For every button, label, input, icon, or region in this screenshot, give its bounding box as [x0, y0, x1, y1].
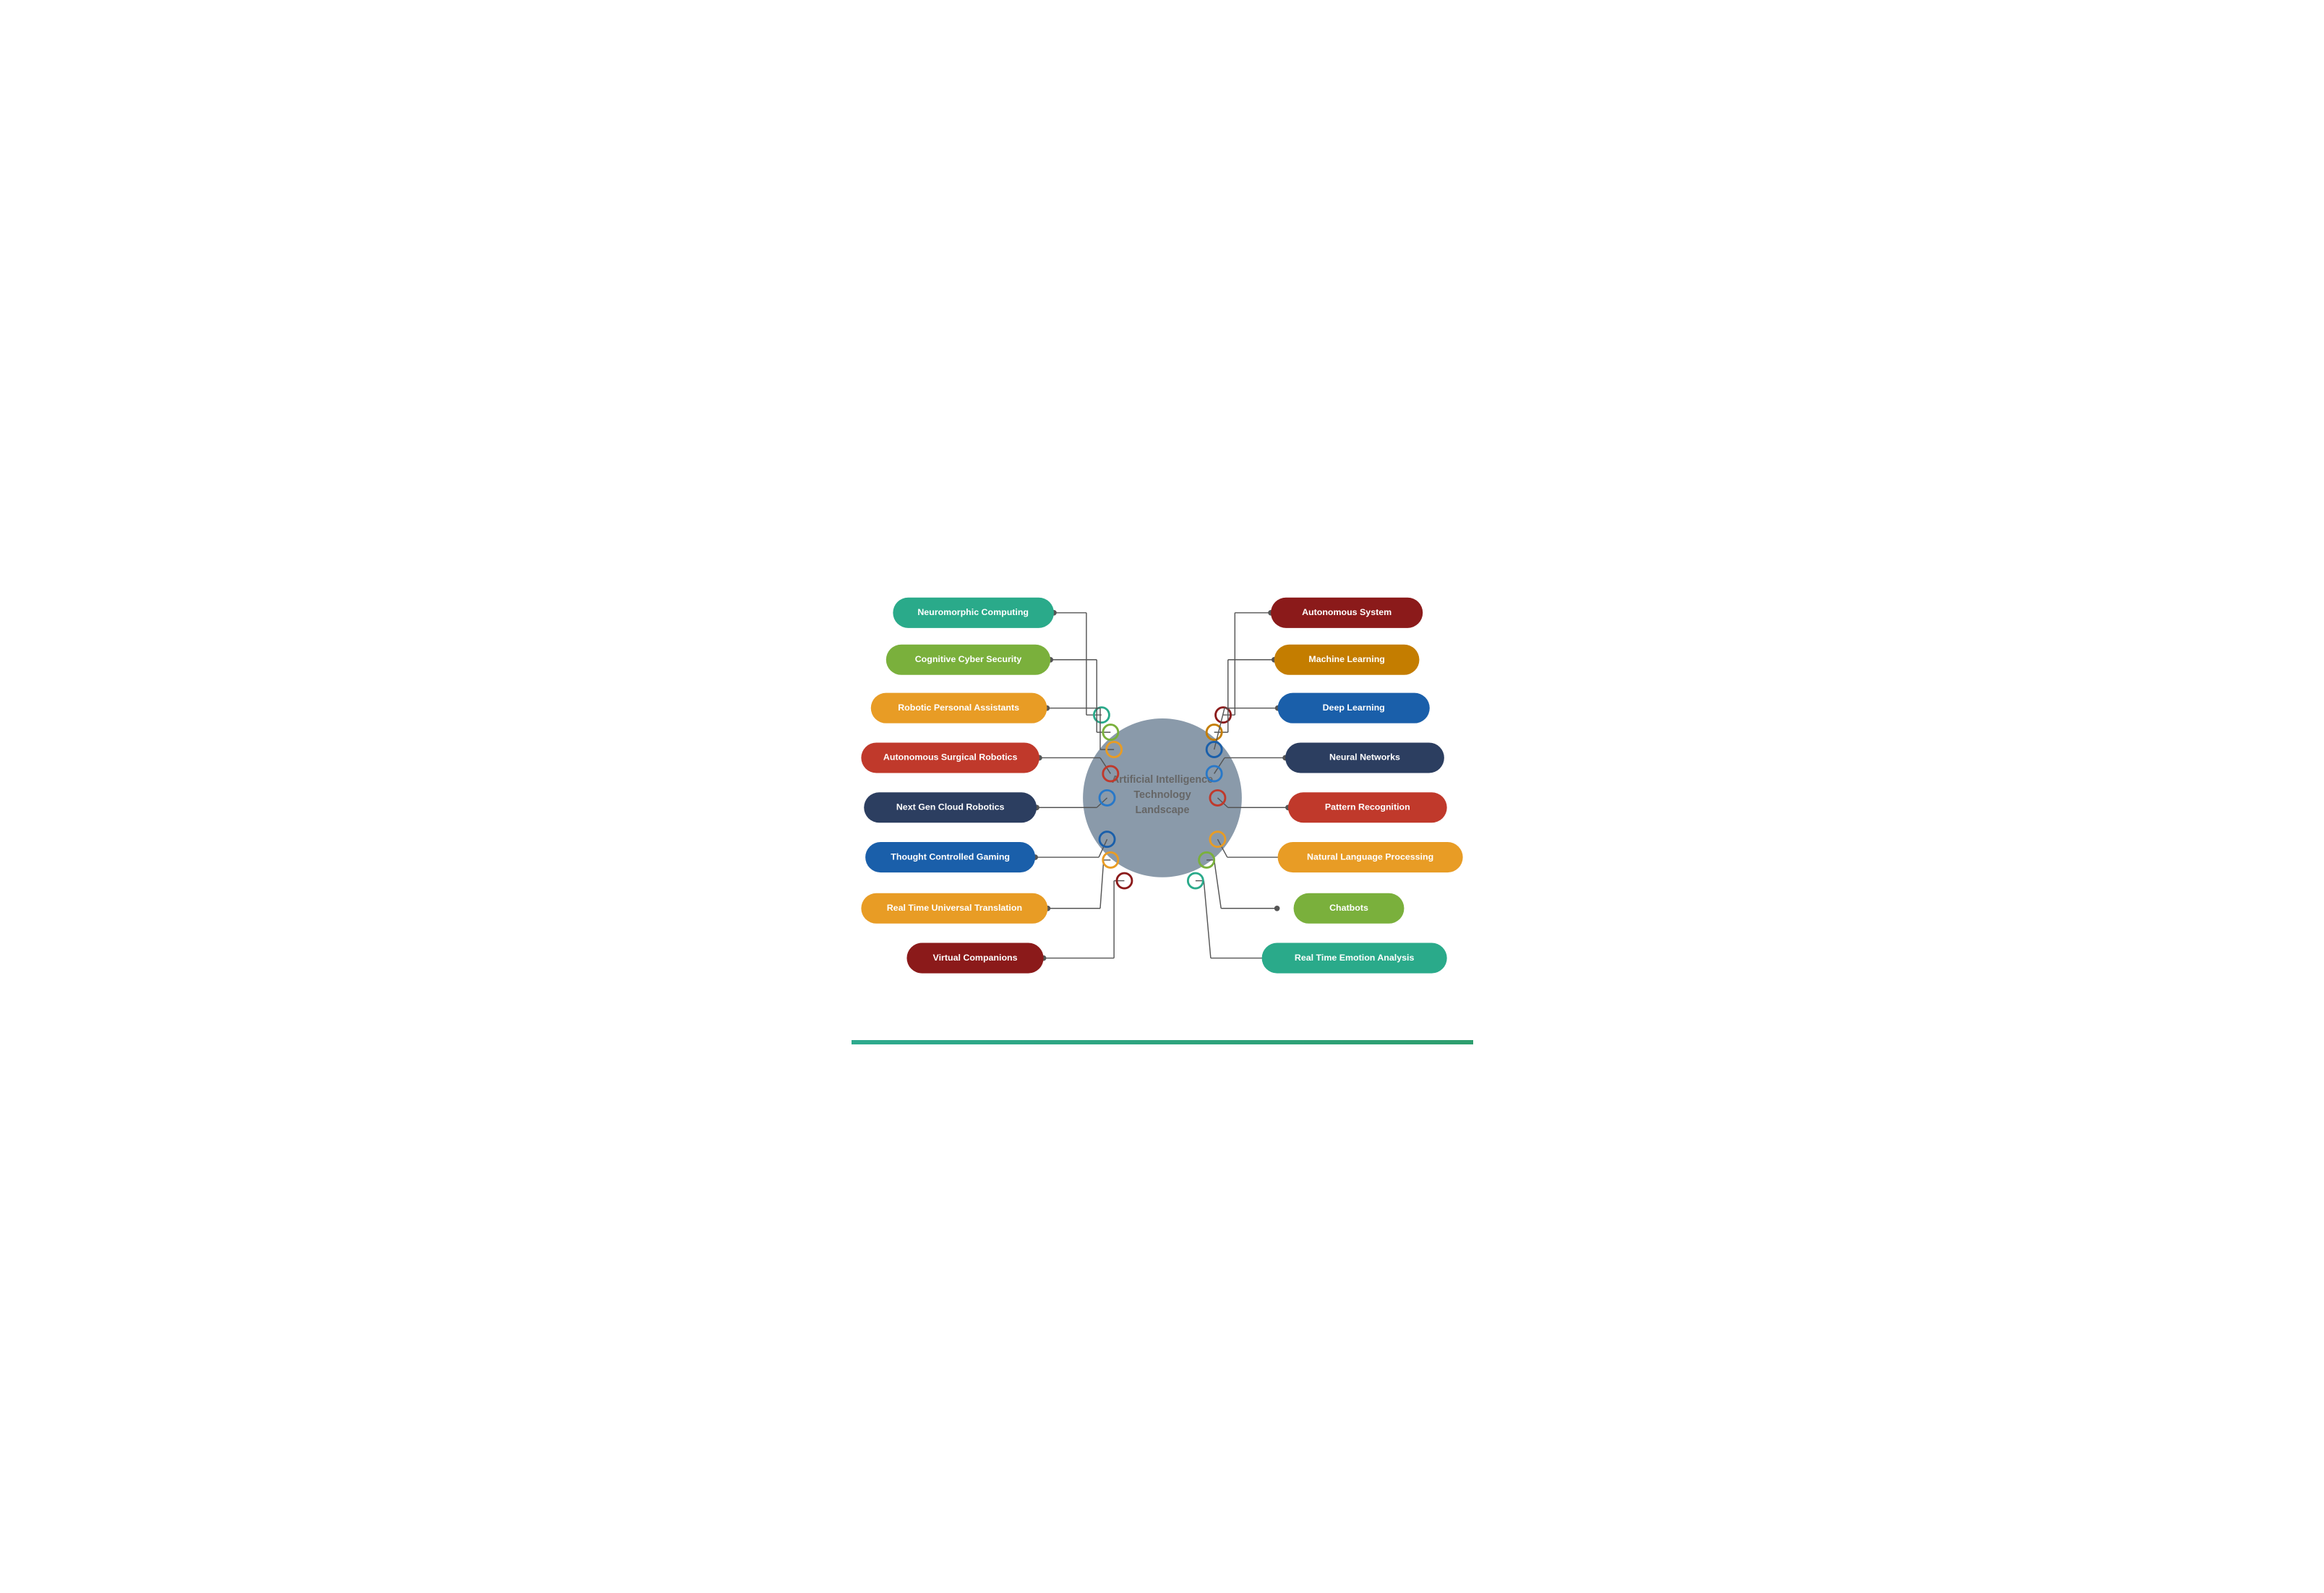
label-vc: Virtual Companions — [932, 953, 1017, 963]
label-as: Autonomous System — [1302, 607, 1392, 617]
center-text-line2: Technology — [1133, 789, 1191, 801]
label-ml: Machine Learning — [1308, 654, 1384, 664]
center-text-line1: Artificial Intelligence — [1111, 774, 1212, 786]
label-asr: Autonomous Surgical Robotics — [883, 752, 1017, 763]
label-chatbots: Chatbots — [1329, 903, 1368, 913]
bottom-bar — [852, 1040, 1473, 1044]
page-wrapper: Artificial Intelligence Technology Lands… — [837, 541, 1488, 1052]
label-ngcr: Next Gen Cloud Robotics — [896, 802, 1004, 812]
label-ccs: Cognitive Cyber Security — [914, 654, 1021, 664]
connector-chatbots-v — [1214, 860, 1221, 909]
center-text-line3: Landscape — [1135, 804, 1189, 816]
diagram-container: Artificial Intelligence Technology Lands… — [852, 563, 1473, 1033]
label-rtut: Real Time Universal Translation — [886, 903, 1021, 913]
ai-landscape-diagram: Artificial Intelligence Technology Lands… — [852, 563, 1473, 1033]
label-dl: Deep Learning — [1322, 703, 1384, 713]
label-rpa: Robotic Personal Assistants — [898, 703, 1019, 713]
label-rtea: Real Time Emotion Analysis — [1294, 953, 1414, 963]
connector-rtut-v — [1100, 860, 1104, 909]
label-neuromorphic: Neuromorphic Computing — [917, 607, 1029, 617]
connector-rtea-v — [1204, 881, 1211, 958]
label-pr: Pattern Recognition — [1324, 802, 1410, 812]
label-nlp: Natural Language Processing — [1307, 851, 1433, 862]
dot-chatbots — [1274, 906, 1279, 911]
label-nn: Neural Networks — [1329, 752, 1400, 763]
label-tcg: Thought Controlled Gaming — [891, 851, 1010, 862]
